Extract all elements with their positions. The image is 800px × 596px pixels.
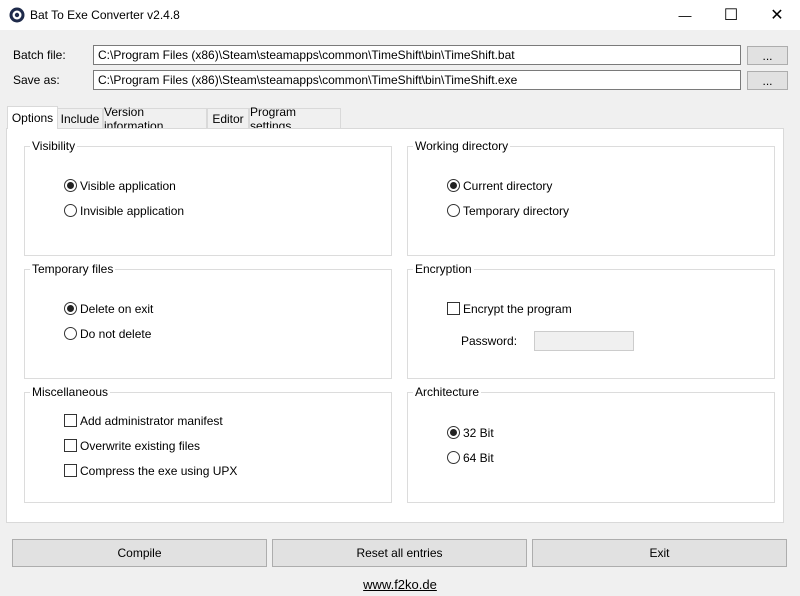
invisible-application-radio[interactable]: [64, 204, 77, 217]
admin-manifest-label[interactable]: Add administrator manifest: [80, 414, 223, 428]
visible-application-radio[interactable]: [64, 179, 77, 192]
tab-version-information[interactable]: Version information: [103, 105, 207, 133]
overwrite-files-checkbox[interactable]: [64, 439, 77, 452]
arch-64bit-label[interactable]: 64 Bit: [463, 451, 494, 465]
maximize-icon: ☐: [723, 7, 739, 24]
do-not-delete-label[interactable]: Do not delete: [80, 327, 151, 341]
tab-options[interactable]: Options: [7, 106, 58, 129]
batch-file-input[interactable]: C:\Program Files (x86)\Steam\steamapps\c…: [93, 45, 741, 65]
batch-file-label: Batch file:: [13, 48, 66, 62]
visibility-group-title: Visibility: [30, 139, 78, 153]
compress-upx-label[interactable]: Compress the exe using UPX: [80, 464, 237, 478]
overwrite-files-label[interactable]: Overwrite existing files: [80, 439, 200, 453]
title-bar: Bat To Exe Converter v2.4.8 — ☐ ✕: [0, 0, 800, 30]
admin-manifest-checkbox[interactable]: [64, 414, 77, 427]
temporary-directory-radio[interactable]: [447, 204, 460, 217]
encryption-group-title: Encryption: [413, 262, 474, 276]
current-directory-radio[interactable]: [447, 179, 460, 192]
current-directory-label[interactable]: Current directory: [463, 179, 552, 193]
working-directory-group-title: Working directory: [413, 139, 511, 153]
app-gear-icon: [9, 7, 25, 23]
encryption-group: [407, 269, 775, 379]
temporary-files-group-title: Temporary files: [30, 262, 116, 276]
working-directory-group: [407, 146, 775, 256]
delete-on-exit-radio[interactable]: [64, 302, 77, 315]
invisible-application-label[interactable]: Invisible application: [80, 204, 184, 218]
visibility-group: [24, 146, 392, 256]
temporary-files-group: [24, 269, 392, 379]
architecture-group-title: Architecture: [413, 385, 482, 399]
do-not-delete-radio[interactable]: [64, 327, 77, 340]
architecture-group: [407, 392, 775, 503]
compress-upx-checkbox[interactable]: [64, 464, 77, 477]
arch-64bit-radio[interactable]: [447, 451, 460, 464]
save-as-input[interactable]: C:\Program Files (x86)\Steam\steamapps\c…: [93, 70, 741, 90]
encrypt-program-checkbox[interactable]: [447, 302, 460, 315]
miscellaneous-group-title: Miscellaneous: [30, 385, 111, 399]
arch-32bit-label[interactable]: 32 Bit: [463, 426, 494, 440]
tab-include[interactable]: Include: [57, 108, 103, 128]
exit-button[interactable]: Exit: [532, 539, 787, 567]
website-link[interactable]: www.f2ko.de: [0, 577, 800, 592]
encrypt-program-label[interactable]: Encrypt the program: [463, 302, 572, 316]
tab-program-settings[interactable]: Program settings: [249, 105, 341, 133]
save-as-label: Save as:: [13, 73, 60, 87]
arch-32bit-radio[interactable]: [447, 426, 460, 439]
close-icon: ✕: [770, 7, 784, 24]
temporary-directory-label[interactable]: Temporary directory: [463, 204, 569, 218]
maximize-button[interactable]: ☐: [708, 0, 754, 30]
compile-button[interactable]: Compile: [12, 539, 267, 567]
minimize-icon: —: [678, 7, 692, 23]
close-button[interactable]: ✕: [754, 0, 800, 30]
tab-editor[interactable]: Editor: [207, 108, 249, 128]
delete-on-exit-label[interactable]: Delete on exit: [80, 302, 153, 316]
reset-all-button[interactable]: Reset all entries: [272, 539, 527, 567]
minimize-button[interactable]: —: [662, 0, 708, 30]
password-input[interactable]: [534, 331, 634, 351]
visible-application-label[interactable]: Visible application: [80, 179, 176, 193]
browse-batch-button[interactable]: ...: [747, 46, 788, 65]
browse-save-button[interactable]: ...: [747, 71, 788, 90]
window-title: Bat To Exe Converter v2.4.8: [30, 8, 180, 22]
password-label: Password:: [461, 334, 518, 348]
